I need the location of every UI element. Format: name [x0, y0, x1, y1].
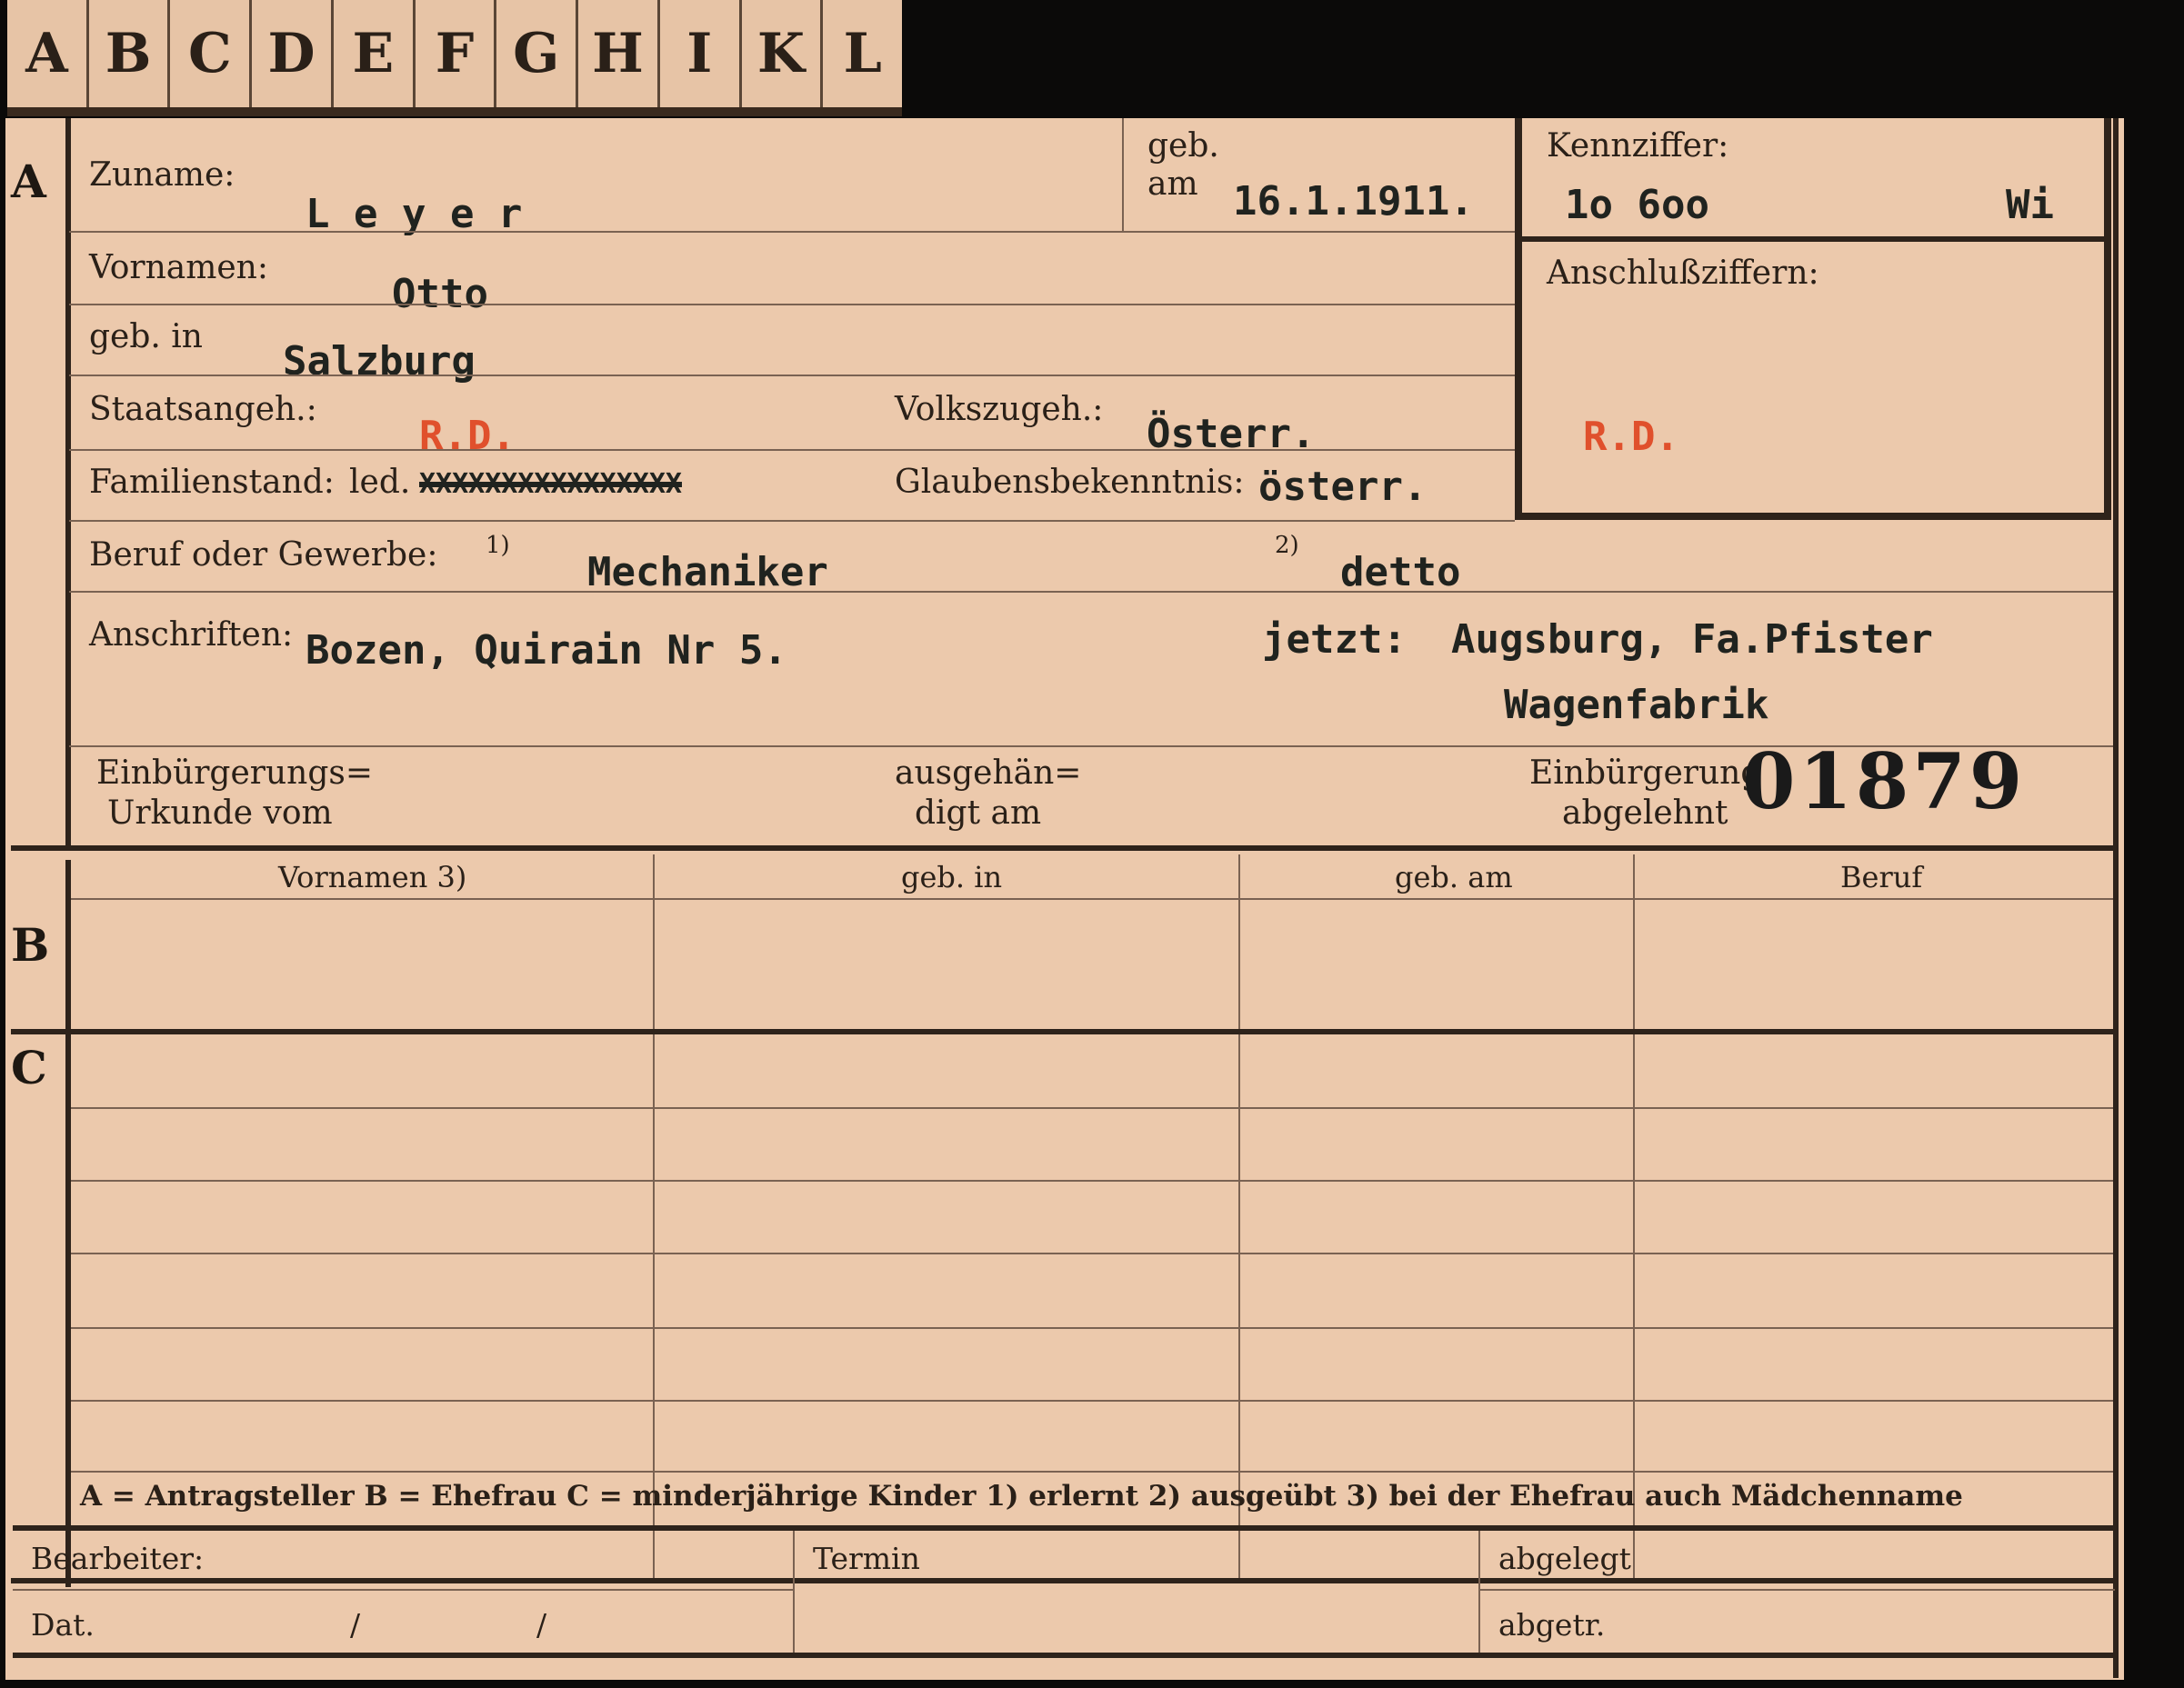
beruf-footnote-2: 2): [1275, 532, 1299, 559]
einbuergerungs-label-1: Einbürgerungs=: [96, 754, 374, 792]
geb-in-label: geb. in: [89, 318, 203, 355]
familienstand-ledig: led.: [349, 464, 411, 501]
rule-legend-end: [13, 1525, 2117, 1531]
volkszugeh-label: Volkszugeh.:: [895, 391, 1104, 428]
kennziffer-value: 1o 6oo: [1565, 182, 1709, 228]
staatsangeh-value: R.D.: [419, 413, 516, 459]
abgetr-label: abgetr.: [1498, 1607, 1606, 1643]
beruf-footnote-1: 1): [486, 532, 510, 559]
termin-label: Termin: [813, 1541, 920, 1576]
letter-tab-strip: A B C D E F G H I K L: [7, 0, 902, 116]
abgelehnt-label-2: abgelehnt: [1562, 794, 1728, 832]
col-header-vornamen: Vornamen 3): [278, 860, 467, 894]
staatsangeh-label: Staatsangeh.:: [89, 391, 317, 428]
anschlussziffern-label: Anschlußziffern:: [1547, 255, 1819, 292]
dat-label: Dat.: [31, 1607, 95, 1643]
footer-divider-1: [793, 1531, 795, 1653]
vornamen-value: Otto: [392, 271, 488, 317]
tab-k[interactable]: K: [742, 0, 824, 107]
geb-am-value: 16.1.1911.: [1233, 178, 1474, 225]
tab-f[interactable]: F: [416, 0, 497, 107]
col-header-geb-in: geb. in: [901, 860, 1003, 894]
beruf-ausgeuebt-value: detto: [1340, 549, 1461, 595]
am-label: am: [1147, 165, 1198, 203]
glaubensbekenntnis-label: Glaubensbekenntnis:: [895, 464, 1245, 501]
legend: A = Antragsteller B = Ehefrau C = minder…: [80, 1480, 1963, 1513]
glaubensbekenntnis-value: österr.: [1258, 464, 1428, 510]
jetzt-label: jetzt:: [1262, 616, 1407, 663]
col-header-beruf: Beruf: [1840, 860, 1923, 894]
rule-staatsangeh: [69, 449, 1515, 451]
row-c-4: [71, 1327, 2113, 1329]
right-rule: [2113, 118, 2119, 1678]
vornamen-label: Vornamen:: [89, 249, 268, 286]
tab-c[interactable]: C: [170, 0, 253, 107]
dat-slash-1: /: [350, 1607, 361, 1643]
col-divider-1: [653, 854, 655, 1582]
familienstand-label: Familienstand:: [89, 464, 335, 501]
rule-table-header: [71, 898, 2113, 900]
familienstand-crossed-out: XXXXXXXXXXXXXXXX: [419, 468, 682, 500]
rule-familienstand: [69, 520, 1515, 522]
anschriften-label: Anschriften:: [89, 616, 294, 654]
section-letter-a: A: [11, 155, 46, 208]
geb-label: geb.: [1147, 127, 1219, 165]
anschrift-value: Bozen, Quirain Nr 5.: [306, 627, 787, 674]
rule-bearbeiter: [13, 1589, 793, 1591]
einbuergerungs-label-2: Urkunde vom: [107, 794, 333, 832]
bearbeiter-label: Bearbeiter:: [31, 1541, 205, 1576]
kennziffer-suffix: Wi: [2006, 182, 2054, 228]
rule-section-c-end: [11, 1578, 2117, 1583]
rule-abgelegt: [1478, 1589, 2115, 1591]
tab-e[interactable]: E: [334, 0, 416, 107]
geb-divider: [1122, 118, 1124, 231]
row-c-1: [71, 1107, 2113, 1109]
footer-divider-2: [1478, 1531, 1480, 1653]
tab-i[interactable]: I: [660, 0, 742, 107]
rule-beruf: [69, 591, 2113, 593]
jetzt-value: Augsburg, Fa.Pfister: [1451, 616, 1933, 663]
ausgehaendigt-label-2: digt am: [915, 794, 1042, 832]
tab-b[interactable]: B: [89, 0, 171, 107]
rule-footer-end: [13, 1653, 2117, 1658]
rule-section-b-end: [11, 1029, 2117, 1034]
registration-card: A B C Kennziffer: 1o 6oo Wi Anschlußziff…: [5, 118, 2124, 1680]
section-letter-b: B: [11, 918, 50, 972]
col-divider-3: [1633, 854, 1635, 1582]
geb-in-value: Salzburg: [283, 338, 476, 385]
dat-slash-2: /: [536, 1607, 547, 1643]
row-c-3: [71, 1253, 2113, 1254]
rule-zuname: [69, 231, 1515, 233]
jetzt-value-2: Wagenfabrik: [1504, 682, 1769, 728]
tab-d[interactable]: D: [252, 0, 334, 107]
left-rule: [65, 118, 71, 845]
col-header-geb-am: geb. am: [1395, 860, 1513, 894]
rule-vornamen: [69, 304, 1515, 305]
tab-g[interactable]: G: [496, 0, 579, 107]
row-c-6: [71, 1471, 2113, 1473]
rule-section-a-end: [11, 845, 2117, 851]
tab-h[interactable]: H: [578, 0, 660, 107]
stamp-number: 01879: [1742, 736, 2027, 826]
abgelehnt-label-1: Einbürgerung: [1529, 754, 1762, 792]
tab-a[interactable]: A: [7, 0, 89, 107]
beruf-erlernt-value: Mechaniker: [587, 549, 828, 595]
row-c-5: [71, 1400, 2113, 1402]
ausgehaendigt-label-1: ausgehän=: [895, 754, 1082, 792]
col-divider-2: [1238, 854, 1240, 1582]
section-letter-c: C: [11, 1041, 47, 1094]
tab-l[interactable]: L: [823, 0, 902, 107]
zuname-label: Zuname:: [89, 156, 235, 194]
beruf-label: Beruf oder Gewerbe:: [89, 536, 438, 574]
left-rule-lower: [65, 860, 71, 1587]
kennziffer-divider: [1522, 236, 2111, 242]
rule-geb-in: [69, 375, 1515, 376]
row-c-2: [71, 1180, 2113, 1182]
anschlussziffern-value: R.D.: [1583, 414, 1679, 460]
kennziffer-label: Kennziffer:: [1547, 127, 1729, 165]
abgelegt-label: abgelegt: [1498, 1541, 1631, 1576]
